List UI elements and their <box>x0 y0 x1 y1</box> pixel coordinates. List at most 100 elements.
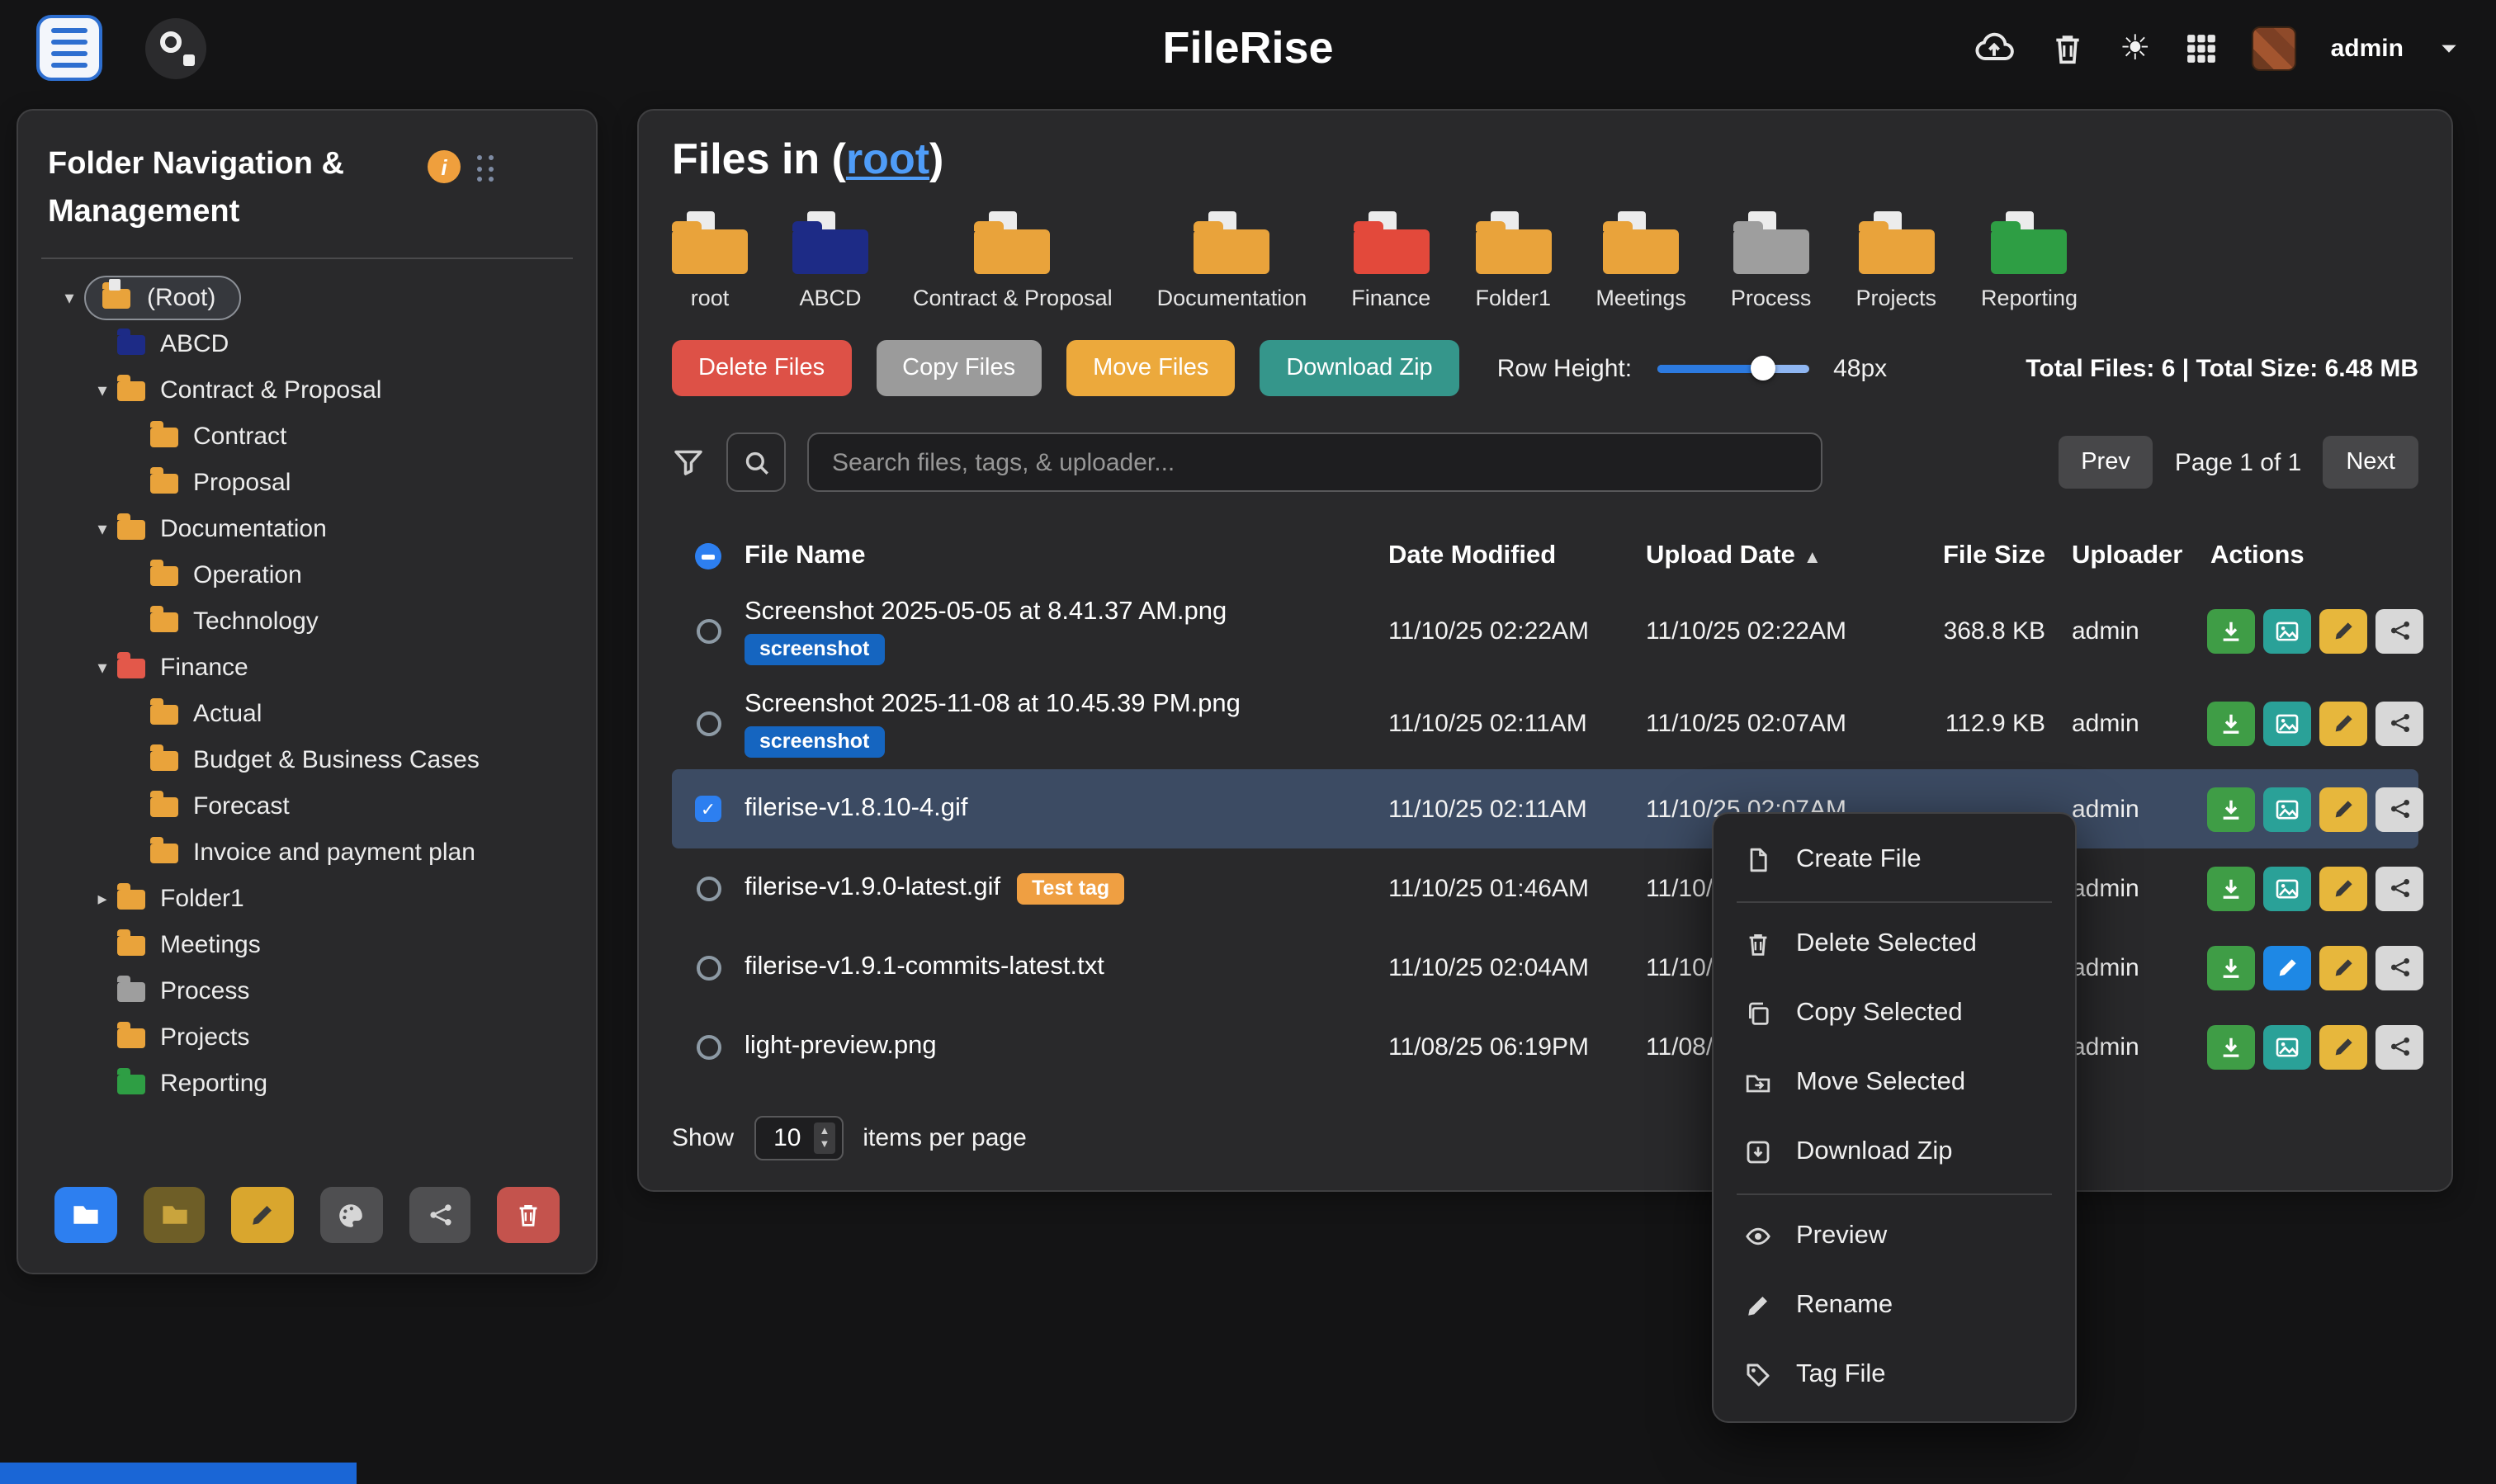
folder-chip[interactable]: Documentation <box>1157 211 1307 310</box>
search-button[interactable] <box>726 432 786 492</box>
expand-arrow-icon[interactable]: ▾ <box>87 658 117 679</box>
select-all-checkbox[interactable] <box>695 543 721 569</box>
select-spinner-icon[interactable]: ▲▼ <box>814 1122 834 1154</box>
rename-button[interactable] <box>2319 701 2367 745</box>
folder-chip[interactable]: root <box>672 211 748 310</box>
sidebar-item-folder[interactable]: ABCD <box>41 322 573 368</box>
column-header-size[interactable]: File Size <box>1907 541 2049 571</box>
file-name[interactable]: Screenshot 2025-11-08 at 10.45.39 PM.png <box>745 689 1241 719</box>
drag-handle-icon[interactable] <box>477 155 494 183</box>
light-mode-icon[interactable]: ☀ <box>2120 31 2151 65</box>
folder-chip[interactable]: Reporting <box>1981 211 2078 310</box>
selected-folder-pill[interactable]: (Root) <box>84 276 240 321</box>
download-button[interactable] <box>2207 608 2255 653</box>
file-tag-badge[interactable]: Test tag <box>1017 872 1124 904</box>
context-menu-create-file[interactable]: Create File <box>1714 825 2075 895</box>
root-link[interactable]: root <box>846 134 929 183</box>
share-folder-button[interactable] <box>409 1187 470 1243</box>
context-menu-delete-selected[interactable]: Delete Selected <box>1714 910 2075 979</box>
share-button[interactable] <box>2375 866 2423 910</box>
rename-button[interactable] <box>2319 866 2367 910</box>
file-name[interactable]: light-preview.png <box>745 1032 937 1061</box>
file-name[interactable]: filerise-v1.8.10-4.gif <box>745 794 968 824</box>
app-logo-icon[interactable] <box>36 15 102 81</box>
table-row[interactable]: Screenshot 2025-05-05 at 8.41.37 AM.png s… <box>672 584 2418 677</box>
file-tag-badge[interactable]: screenshot <box>745 633 884 664</box>
row-checkbox[interactable] <box>696 955 721 980</box>
row-checkbox-checked[interactable] <box>695 796 721 822</box>
folder-chip[interactable]: Finance <box>1351 211 1430 310</box>
file-tag-badge[interactable]: screenshot <box>745 725 884 757</box>
download-button[interactable] <box>2207 701 2255 745</box>
rename-button[interactable] <box>2319 945 2367 990</box>
context-menu-copy-selected[interactable]: Copy Selected <box>1714 979 2075 1048</box>
secondary-logo-icon[interactable] <box>145 17 206 78</box>
search-input[interactable] <box>807 432 1822 492</box>
folder-chip[interactable]: Contract & Proposal <box>913 211 1113 310</box>
preview-button[interactable] <box>2263 866 2311 910</box>
rename-folder-button[interactable] <box>232 1187 294 1243</box>
sidebar-item-folder[interactable]: Meetings <box>41 923 573 969</box>
preview-button[interactable] <box>2263 1024 2311 1069</box>
share-button[interactable] <box>2375 701 2423 745</box>
table-row-selected[interactable]: filerise-v1.8.10-4.gif 11/10/25 02:11AM … <box>672 769 2418 848</box>
row-height-slider[interactable] <box>1657 364 1808 372</box>
download-button[interactable] <box>2207 945 2255 990</box>
column-header-modified[interactable]: Date Modified <box>1388 541 1646 571</box>
expand-arrow-icon[interactable]: ▾ <box>54 288 84 310</box>
sidebar-item-folder[interactable]: Process <box>41 969 573 1015</box>
folder-chip[interactable]: Process <box>1731 211 1812 310</box>
folder-chip[interactable]: Meetings <box>1595 211 1686 310</box>
sidebar-item-folder[interactable]: Proposal <box>41 461 573 507</box>
apps-grid-icon[interactable] <box>2186 32 2217 64</box>
sidebar-item-folder[interactable]: ▾Documentation <box>41 507 573 553</box>
copy-files-button[interactable]: Copy Files <box>876 340 1042 396</box>
sidebar-item-folder[interactable]: Contract <box>41 414 573 461</box>
file-name[interactable]: filerise-v1.9.1-commits-latest.txt <box>745 952 1104 982</box>
file-name[interactable]: Screenshot 2025-05-05 at 8.41.37 AM.png <box>745 597 1227 626</box>
sidebar-item-folder[interactable]: ▸Folder1 <box>41 877 573 923</box>
next-page-button[interactable]: Next <box>2323 436 2418 489</box>
share-button[interactable] <box>2375 608 2423 653</box>
sidebar-item-folder[interactable]: Operation <box>41 553 573 599</box>
expand-arrow-icon[interactable]: ▸ <box>87 889 117 910</box>
table-row[interactable]: filerise-v1.9.0-latest.gifTest tag 11/10… <box>672 848 2418 928</box>
preview-button[interactable] <box>2263 787 2311 831</box>
info-icon[interactable]: i <box>428 150 461 183</box>
user-menu-chevron-icon[interactable] <box>2438 37 2460 59</box>
create-folder-button[interactable] <box>54 1187 116 1243</box>
filter-icon[interactable] <box>672 446 705 479</box>
items-per-page-select[interactable]: 10▲▼ <box>754 1116 843 1160</box>
delete-folder-button[interactable] <box>498 1187 560 1243</box>
context-menu-rename[interactable]: Rename <box>1714 1271 2075 1340</box>
context-menu-preview[interactable]: Preview <box>1714 1202 2075 1271</box>
folder-chip[interactable]: ABCD <box>792 211 868 310</box>
context-menu-download-zip[interactable]: Download Zip <box>1714 1118 2075 1187</box>
share-button[interactable] <box>2375 1024 2423 1069</box>
edit-button[interactable] <box>2263 945 2311 990</box>
move-files-button[interactable]: Move Files <box>1066 340 1235 396</box>
sidebar-item-folder[interactable]: ▾Finance <box>41 645 573 692</box>
rename-button[interactable] <box>2319 608 2367 653</box>
sidebar-item-folder[interactable]: ▾Contract & Proposal <box>41 368 573 414</box>
sidebar-item-root[interactable]: ▾ (Root) <box>41 276 573 322</box>
rename-button[interactable] <box>2319 1024 2367 1069</box>
sidebar-item-folder[interactable]: Invoice and payment plan <box>41 830 573 877</box>
column-header-uploaded[interactable]: Upload Date▲ <box>1646 541 1907 571</box>
column-header-uploader[interactable]: Uploader <box>2049 541 2207 571</box>
context-menu-tag-file[interactable]: Tag File <box>1714 1340 2075 1410</box>
share-button[interactable] <box>2375 787 2423 831</box>
row-checkbox[interactable] <box>696 711 721 735</box>
expand-arrow-icon[interactable]: ▾ <box>87 380 117 402</box>
download-zip-button[interactable]: Download Zip <box>1260 340 1458 396</box>
column-header-name[interactable]: File Name <box>745 541 1388 571</box>
slider-thumb[interactable] <box>1751 356 1775 380</box>
share-button[interactable] <box>2375 945 2423 990</box>
table-row[interactable]: filerise-v1.9.1-commits-latest.txt 11/10… <box>672 928 2418 1007</box>
row-checkbox[interactable] <box>696 876 721 900</box>
folder-chip[interactable]: Projects <box>1855 211 1936 310</box>
sidebar-item-folder[interactable]: Forecast <box>41 784 573 830</box>
trash-icon[interactable] <box>2050 31 2085 65</box>
table-row[interactable]: Screenshot 2025-11-08 at 10.45.39 PM.png… <box>672 677 2418 769</box>
folder-color-button[interactable] <box>320 1187 382 1243</box>
